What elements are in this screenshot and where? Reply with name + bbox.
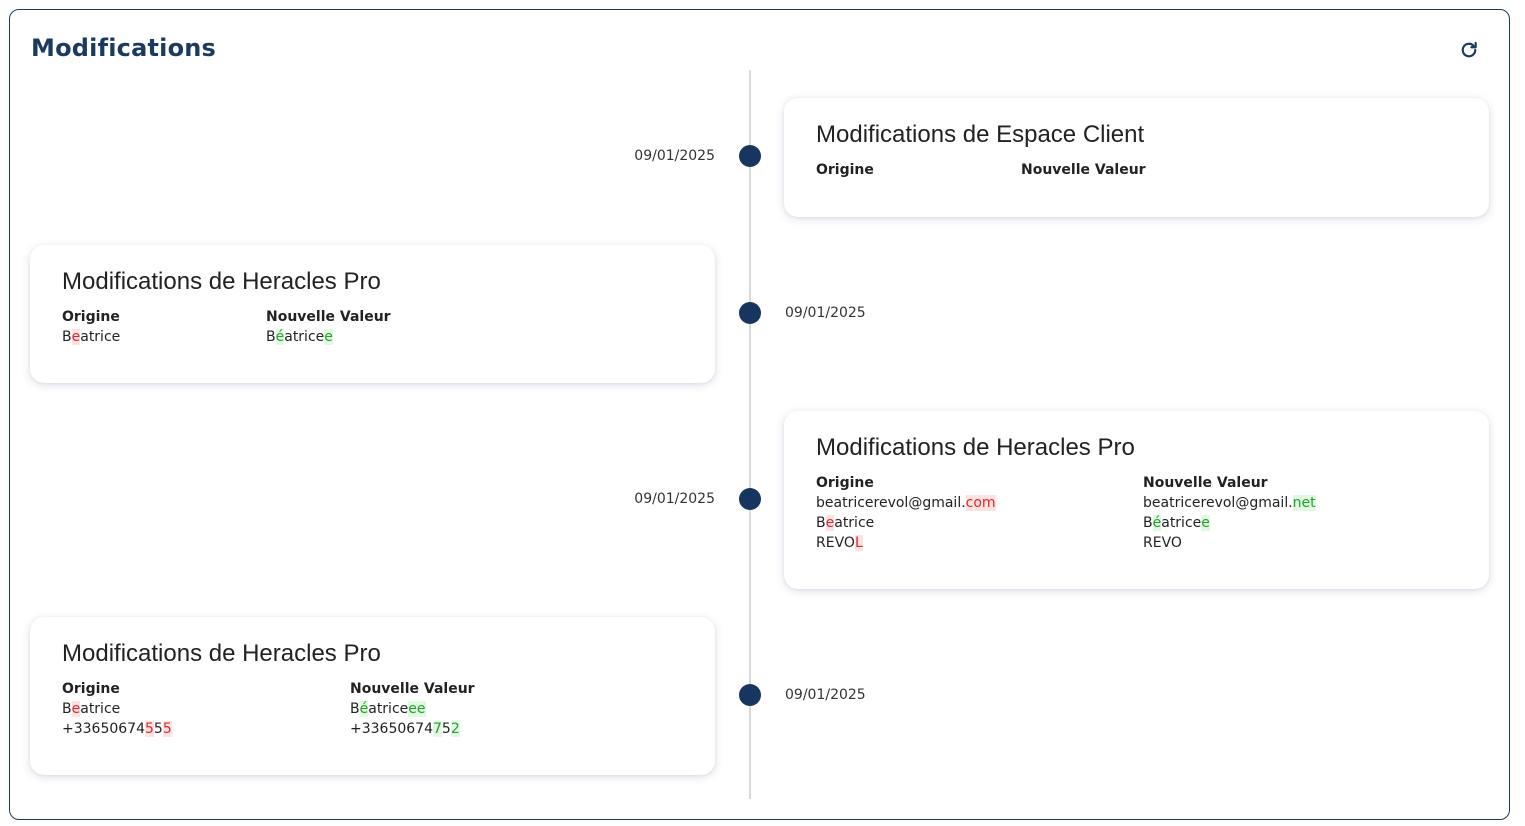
new-value: beatricerevol@gmail.net <box>1143 493 1316 513</box>
diff-table: Origine beatricerevol@gmail.com Beatrice R… <box>816 473 1457 553</box>
unchanged-chars: atrice <box>284 329 325 345</box>
timeline-dot <box>739 302 761 324</box>
unchanged-chars: +33650674 <box>350 721 433 737</box>
unchanged-chars: atrice <box>80 701 121 717</box>
diff-table: Origine Beatrice +33650674555 Nouvelle Va… <box>62 679 683 739</box>
unchanged-chars: beatricerevol@gmail. <box>816 495 966 511</box>
unchanged-chars: +33650674 <box>62 721 145 737</box>
timeline-date: 09/01/2025 <box>634 491 715 507</box>
card-title: Modifications de Heracles Pro <box>816 434 1135 461</box>
page-title: Modifications <box>31 34 217 62</box>
new-value-header: Nouvelle Valeur <box>1021 162 1146 178</box>
unchanged-chars: B <box>62 329 72 345</box>
inserted-chars: 2 <box>450 721 460 737</box>
new-value-header: Nouvelle Valeur <box>266 309 391 325</box>
deleted-chars: 5 <box>162 721 172 737</box>
modification-card: Modifications de Heracles Pro Origine Be… <box>30 245 715 383</box>
inserted-chars: é <box>359 701 369 717</box>
timeline-dot <box>739 684 761 706</box>
unchanged-chars: B <box>62 701 72 717</box>
deleted-chars: e <box>71 329 81 345</box>
origin-value: Beatrice <box>62 699 350 719</box>
deleted-chars: e <box>825 515 835 531</box>
unchanged-chars: REVO <box>816 535 855 551</box>
unchanged-chars: B <box>816 515 826 531</box>
timeline-date: 09/01/2025 <box>634 148 715 164</box>
refresh-icon <box>1461 41 1477 58</box>
deleted-chars: 5 <box>145 721 154 737</box>
timeline-date: 09/01/2025 <box>785 687 866 703</box>
modification-card: Modifications de Heracles Pro Origine Be… <box>30 617 715 775</box>
diff-table: Origine Beatrice Nouvelle Valeur Béatric… <box>62 307 683 347</box>
unchanged-chars: REVO <box>1143 535 1182 551</box>
unchanged-chars: B <box>1143 515 1153 531</box>
unchanged-chars: beatricerevol@gmail. <box>1143 495 1293 511</box>
new-value-header: Nouvelle Valeur <box>350 681 475 697</box>
unchanged-chars: B <box>350 701 360 717</box>
origin-header: Origine <box>62 681 120 697</box>
unchanged-chars: atrice <box>80 329 121 345</box>
unchanged-chars: B <box>266 329 276 345</box>
unchanged-chars: 5 <box>153 721 163 737</box>
card-title: Modifications de Heracles Pro <box>62 640 381 667</box>
origin-header: Origine <box>816 475 874 491</box>
modification-card: Modifications de Heracles Pro Origine be… <box>784 411 1489 589</box>
new-value: Béatricee <box>1143 513 1316 533</box>
inserted-chars: ee <box>408 701 426 717</box>
origin-value: +33650674555 <box>62 719 350 739</box>
inserted-chars: e <box>1201 515 1210 531</box>
card-title: Modifications de Heracles Pro <box>62 268 381 295</box>
unchanged-chars: atrice <box>1161 515 1202 531</box>
new-value: Béatricee <box>266 327 391 347</box>
inserted-chars: e <box>324 329 333 345</box>
origin-value: REVOL <box>816 533 1143 553</box>
unchanged-chars: atrice <box>834 515 875 531</box>
modification-card: Modifications de Espace Client Origine N… <box>784 98 1489 217</box>
diff-table: Origine Nouvelle Valeur <box>816 160 1457 180</box>
inserted-chars: é <box>275 329 285 345</box>
new-value: +33650674752 <box>350 719 475 739</box>
inserted-chars: é <box>1152 515 1162 531</box>
refresh-button[interactable] <box>1458 39 1480 61</box>
unchanged-chars: 5 <box>441 721 451 737</box>
card-title: Modifications de Espace Client <box>816 121 1145 148</box>
new-value-header: Nouvelle Valeur <box>1143 475 1268 491</box>
new-value: REVO <box>1143 533 1316 553</box>
timeline-dot <box>739 488 761 510</box>
new-value: Béatriceee <box>350 699 475 719</box>
deleted-chars: L <box>854 535 863 551</box>
origin-header: Origine <box>62 309 120 325</box>
origin-value: Beatrice <box>816 513 1143 533</box>
origin-value: beatricerevol@gmail.com <box>816 493 1143 513</box>
deleted-chars: com <box>965 495 996 511</box>
origin-value: Beatrice <box>62 327 266 347</box>
timeline-dot <box>739 145 761 167</box>
origin-header: Origine <box>816 162 874 178</box>
inserted-chars: net <box>1292 495 1316 511</box>
unchanged-chars: atrice <box>368 701 409 717</box>
inserted-chars: 7 <box>433 721 442 737</box>
deleted-chars: e <box>71 701 81 717</box>
modifications-panel: Modifications 09/01/2025 Modifications d… <box>9 9 1510 820</box>
timeline-date: 09/01/2025 <box>785 305 866 321</box>
